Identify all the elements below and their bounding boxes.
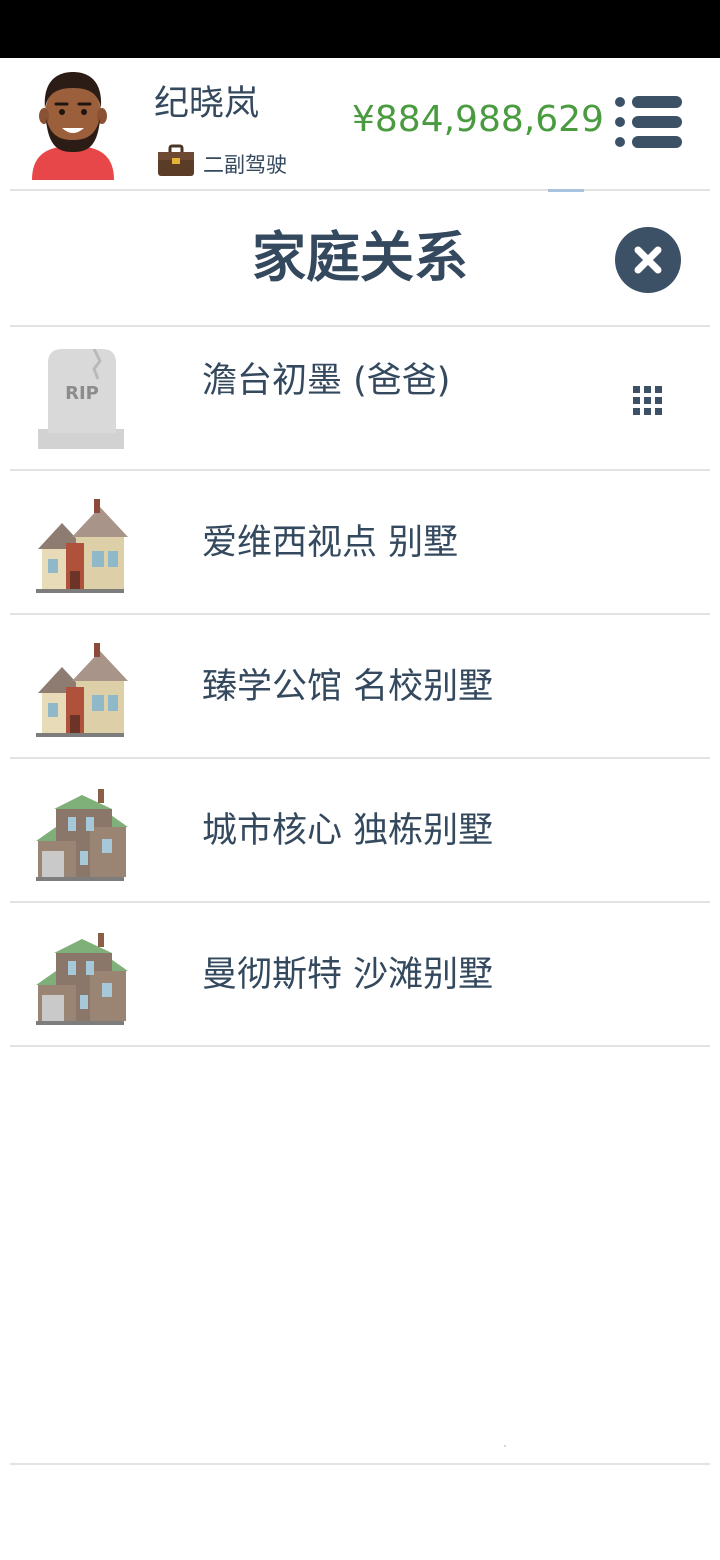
townhouse-icon	[36, 789, 128, 881]
money-balance: ¥884,988,629	[352, 99, 604, 140]
header-divider	[10, 189, 710, 191]
briefcase-icon	[158, 144, 194, 176]
property-item[interactable]: 爱维西视点 别墅	[10, 471, 710, 615]
grid-icon[interactable]	[630, 383, 666, 419]
man-avatar-icon[interactable]	[28, 68, 118, 180]
family-item-father[interactable]: RIP 澹台初墨 (爸爸)	[10, 327, 710, 471]
close-icon[interactable]	[614, 226, 682, 294]
panel-title: 家庭关系	[252, 226, 468, 289]
speck	[504, 1445, 506, 1447]
villa-icon	[36, 499, 128, 593]
property-item[interactable]: 城市核心 独栋别墅	[10, 759, 710, 903]
job-title: 二副驾驶	[203, 153, 287, 177]
tombstone-text: RIP	[65, 383, 99, 404]
property-item[interactable]: 臻学公馆 名校别墅	[10, 615, 710, 759]
property-label: 臻学公馆 名校别墅	[202, 667, 494, 707]
status-bar	[0, 0, 720, 58]
tombstone-icon: RIP	[38, 349, 124, 449]
family-member-label: 澹台初墨 (爸爸)	[202, 361, 451, 401]
tab-indicator	[548, 189, 584, 192]
player-name: 纪晓岚	[154, 84, 260, 124]
property-label: 城市核心 独栋别墅	[202, 811, 494, 851]
property-item[interactable]: 曼彻斯特 沙滩别墅	[10, 903, 710, 1047]
player-header: 纪晓岚 二副驾驶 ¥884,988,629	[0, 58, 720, 190]
property-label: 曼彻斯特 沙滩别墅	[202, 955, 494, 995]
list-menu-icon[interactable]	[610, 94, 686, 150]
villa-icon	[36, 643, 128, 737]
property-label: 爱维西视点 别墅	[202, 523, 459, 563]
bottom-divider	[10, 1463, 710, 1465]
townhouse-icon	[36, 933, 128, 1025]
